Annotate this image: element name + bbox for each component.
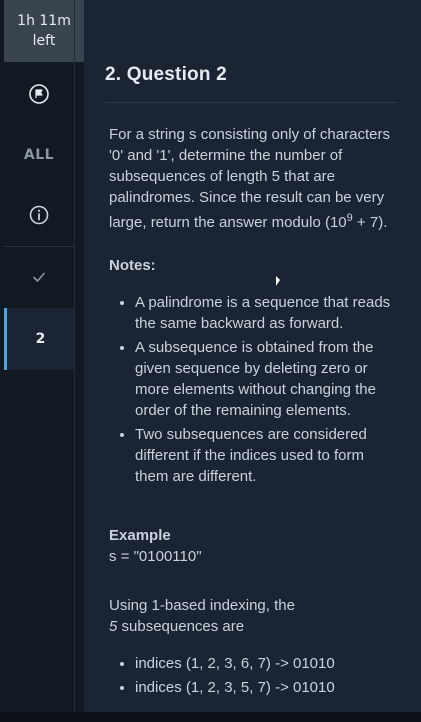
example-heading: Example	[109, 527, 171, 544]
example-input: s = "0100110"	[109, 548, 202, 565]
sidebar-item-info[interactable]	[4, 188, 74, 242]
example-explanation-line-1: Using 1-based indexing, the	[109, 597, 295, 614]
problem-statement: For a string s consisting only of charac…	[109, 124, 401, 233]
example-explanation-line-2: 5 subsequences are	[109, 616, 401, 637]
timer-line-2: left	[32, 33, 56, 49]
notes-heading: Notes:	[109, 257, 156, 274]
info-icon	[29, 205, 49, 225]
bottom-edge	[0, 712, 421, 722]
note-item: A palindrome is a sequence that reads th…	[135, 292, 401, 334]
flag-icon	[29, 84, 49, 104]
title-divider	[105, 102, 398, 103]
note-item: A subsequence is obtained from the given…	[135, 337, 401, 421]
question-panel: 2. Question 2 For a string s consisting …	[85, 0, 421, 722]
explanation-tail: subsequences are	[117, 618, 245, 635]
question-body: For a string s consisting only of charac…	[109, 124, 401, 701]
sidebar-item-all[interactable]: ALL	[4, 128, 74, 182]
sidebar-item-question-2[interactable]: 2	[4, 308, 74, 370]
sidebar-divider	[4, 246, 74, 247]
question-title: 2. Question 2	[105, 64, 227, 85]
check-icon	[33, 272, 45, 282]
example-list: indices (1, 2, 3, 6, 7) -> 01010 indices…	[109, 653, 401, 698]
intro-tail: + 7).	[352, 214, 388, 231]
timer-line-1: 1h 11m	[17, 13, 71, 29]
sidebar-edge	[74, 0, 75, 722]
sidebar-all-label: ALL	[23, 147, 55, 163]
note-item: Two subsequences are considered differen…	[135, 424, 401, 487]
sidebar: 1h 11m left ALL 2	[0, 0, 84, 722]
example-item: indices (1, 2, 3, 6, 7) -> 01010	[135, 653, 401, 674]
time-remaining: 1h 11m left	[4, 0, 84, 62]
example-item: indices (1, 2, 3, 5, 7) -> 01010	[135, 677, 401, 698]
sidebar-item-flag[interactable]	[4, 66, 74, 122]
active-question-number: 2	[35, 331, 46, 347]
notes-list: A palindrome is a sequence that reads th…	[109, 292, 401, 487]
mouse-cursor	[276, 276, 280, 286]
sidebar-item-question-1[interactable]	[4, 250, 74, 304]
